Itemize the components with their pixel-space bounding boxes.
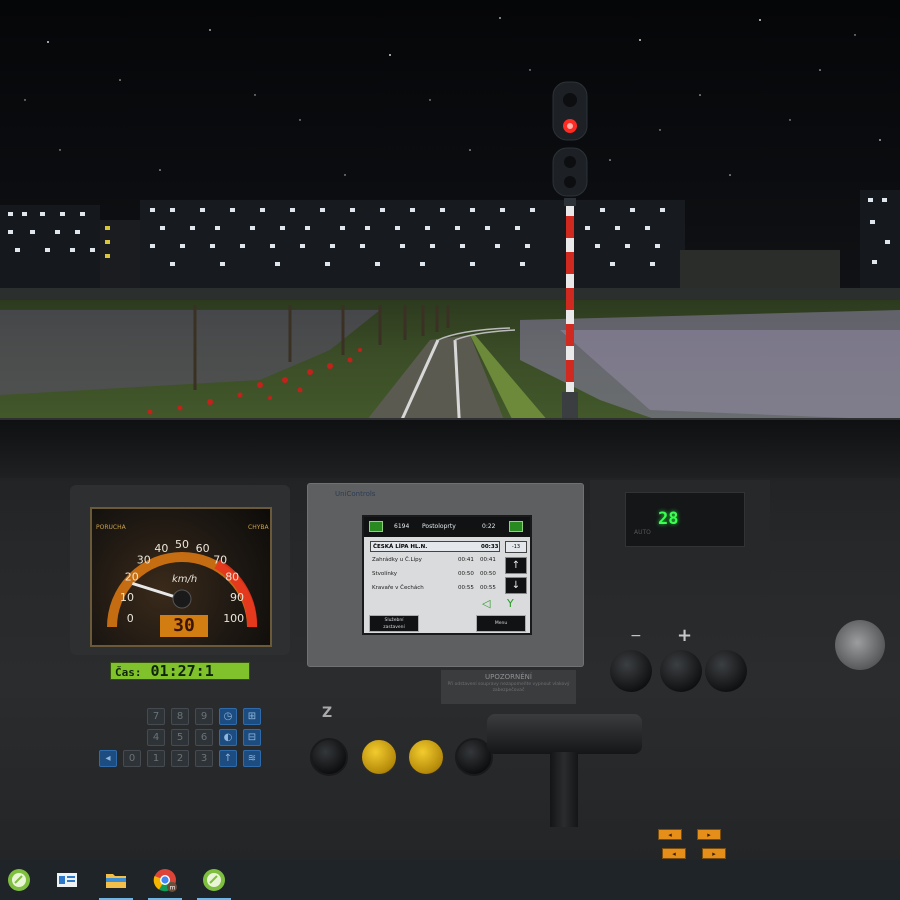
green-app-icon: [8, 869, 30, 891]
speed-readout: 30: [160, 615, 208, 637]
speed-tick-label: 80: [225, 571, 239, 584]
warning-notice: UPOZORNĚNÍ Při odstavení soupravy nezapo…: [441, 670, 576, 704]
function-key-3[interactable]: ◐: [219, 729, 237, 746]
train-number: 6194: [394, 523, 410, 530]
key-7[interactable]: 7: [147, 708, 165, 725]
scroll-up-button[interactable]: ↑: [505, 557, 527, 574]
task-view-icon: [57, 873, 77, 887]
timetable-row[interactable]: Stvolínky 00:50 00:50: [370, 569, 500, 580]
key-9[interactable]: 9: [195, 708, 213, 725]
previous-icon[interactable]: [369, 521, 383, 532]
throttle-lever-handle[interactable]: [487, 714, 642, 754]
taskbar-app-2[interactable]: [195, 860, 233, 900]
speed-tick-label: 90: [230, 591, 244, 604]
cab-speaker: [835, 620, 885, 670]
speed-tick-label: 40: [154, 542, 168, 555]
timetable-display: 6194 Postoloprty 0:22 ČESKÁ LÍPA HL.N. 0…: [362, 515, 532, 635]
destination-title: Postoloprty: [422, 523, 456, 530]
key-3[interactable]: 3: [195, 750, 213, 767]
service-stop-button[interactable]: Služební zastavení: [369, 615, 419, 632]
chrome-icon: m: [153, 869, 177, 892]
orange-button-4[interactable]: ▸: [702, 848, 726, 859]
speed-tick-label: 10: [120, 591, 134, 604]
key-5[interactable]: 5: [171, 729, 189, 746]
railway-signal: [552, 81, 588, 422]
speed-tick-label: 0: [127, 612, 134, 625]
taskbar-app-1[interactable]: [0, 860, 38, 900]
folder-icon: [106, 874, 126, 888]
speed-tick-label: 70: [213, 553, 227, 566]
temperature-display: AUTO: [625, 492, 745, 547]
yellow-button-1[interactable]: [360, 738, 398, 776]
timetable-row[interactable]: ČESKÁ LÍPA HL.N. 00:33: [370, 541, 500, 552]
stars: [24, 17, 881, 176]
temperature-value: 28: [658, 509, 679, 529]
speed-tick-label: 20: [125, 571, 139, 584]
error-indicator-label: CHYBA: [248, 524, 269, 531]
function-key-2[interactable]: ⊞: [243, 708, 261, 725]
taskbar-chrome[interactable]: m: [146, 860, 184, 900]
climate-knob-1[interactable]: [610, 650, 652, 692]
fault-indicator-label: PORUCHA: [96, 524, 126, 531]
key-8[interactable]: 8: [171, 708, 189, 725]
function-key-6[interactable]: ≋: [243, 750, 261, 767]
clock-label: Čas:: [115, 666, 142, 679]
delay-indicator: -13: [505, 541, 527, 553]
taskbar-file-explorer[interactable]: [97, 860, 135, 900]
orange-button-2[interactable]: ▸: [697, 829, 721, 840]
speed-unit-label: km/h: [172, 574, 198, 585]
temperature-mode-label: AUTO: [634, 529, 651, 536]
minus-icon: −: [630, 628, 642, 644]
signal-strength-icon: Y: [507, 597, 514, 610]
key-4[interactable]: 4: [147, 729, 165, 746]
header-time: 0:22: [482, 523, 496, 530]
flower-field-and-track: [0, 305, 900, 435]
speaker-icon[interactable]: ◁: [482, 597, 490, 610]
yellow-button-2[interactable]: [407, 738, 445, 776]
clock-time: 01:27:1: [150, 662, 214, 680]
function-key-5[interactable]: ◂: [99, 750, 117, 767]
display-header: 6194 Postoloprty 0:22: [364, 517, 530, 537]
key-6[interactable]: 6: [195, 729, 213, 746]
speed-tick-label: 60: [196, 542, 210, 555]
notice-text: Při odstavení soupravy nezapomeňte vypno…: [447, 682, 570, 693]
taskbar: [0, 860, 900, 900]
climate-knob-3[interactable]: [705, 650, 747, 692]
menu-button[interactable]: Menu: [476, 615, 526, 632]
timetable-row[interactable]: Kravaře v Čechách 00:55 00:55: [370, 583, 500, 594]
numeric-keypad: 7 8 9 ◷ ⊞ 4 5 6 ◐ ⊟ ◂ 0 1 2 3 ↑ ≋: [95, 706, 270, 771]
speed-tick-label: 100: [223, 612, 244, 625]
key-1[interactable]: 1: [147, 750, 165, 767]
dashboard-top-edge: [0, 418, 900, 478]
speed-tick-label: 30: [137, 553, 151, 566]
climate-knob-2[interactable]: [660, 650, 702, 692]
function-key-4[interactable]: ⊟: [243, 729, 261, 746]
next-icon[interactable]: [509, 521, 523, 532]
function-key-1[interactable]: ◷: [219, 708, 237, 725]
timetable-row[interactable]: Zahrádky u Č.Lípy 00:41 00:41: [370, 555, 500, 566]
taskbar-task-view[interactable]: [48, 860, 86, 900]
display-brand-label: UniControls: [335, 490, 376, 498]
notice-title: UPOZORNĚNÍ: [485, 673, 532, 681]
orange-button-1[interactable]: ◂: [658, 829, 682, 840]
key-0[interactable]: 0: [123, 750, 141, 767]
plus-icon: +: [677, 625, 693, 646]
clock-display: Čas: 01:27:1: [110, 662, 250, 680]
arrow-up-key[interactable]: ↑: [219, 750, 237, 767]
throttle-lever-stem: [550, 752, 578, 827]
green-app-icon: [203, 869, 225, 891]
speed-tick-label: 50: [175, 538, 189, 551]
rotary-switch[interactable]: [310, 738, 348, 776]
key-2[interactable]: 2: [171, 750, 189, 767]
scroll-down-button[interactable]: ↓: [505, 577, 527, 594]
orange-button-3[interactable]: ◂: [662, 848, 686, 859]
switch-label: Z: [322, 705, 333, 721]
svg-text:m: m: [170, 884, 176, 891]
